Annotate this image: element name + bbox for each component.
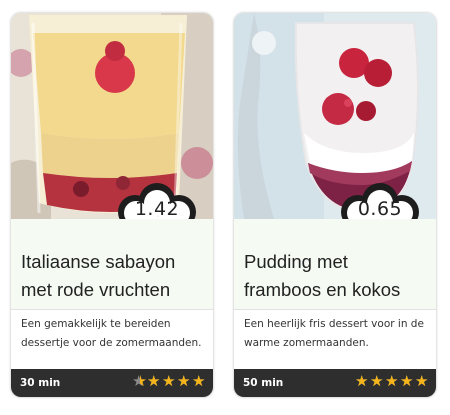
star-icon: ★★: [147, 373, 161, 390]
card-footer: 50 min ★ ★ ★ ★ ★ ★ ★ ★ ★ ★: [234, 369, 436, 397]
recipe-description: Een gemakkelijk te bereiden dessertje vo…: [21, 318, 202, 349]
title-panel: Pudding met framboos en kokos: [234, 219, 436, 310]
star-icon: ★★: [415, 373, 429, 390]
recipe-description: Een heerlijk fris dessert voor in de war…: [244, 318, 424, 349]
star-icon: ★★: [192, 373, 206, 390]
recipe-title[interactable]: Italiaanse sabayon met rode vruchten: [21, 248, 205, 304]
star-icon: ★★: [132, 373, 147, 390]
rating-stars: ★★★★★★★★★★: [355, 374, 430, 390]
prep-time: 50 min: [243, 377, 284, 389]
prep-time: 30 min: [20, 377, 61, 389]
recipe-card[interactable]: 0.65 Pudding met framboos en kokos Een h…: [233, 12, 437, 398]
recipe-card[interactable]: 1.42 Italiaanse sabayon met rode vruchte…: [10, 12, 214, 398]
star-icon: ★★: [162, 373, 176, 390]
star-icon: ★★: [400, 373, 414, 390]
score-value: 0.65: [357, 198, 403, 220]
recipe-title[interactable]: Pudding met framboos en kokos: [244, 248, 428, 304]
star-icon: ★★: [355, 373, 369, 390]
card-footer: 30 min ★★★★★★★★★★: [11, 369, 213, 397]
star-icon: ★★: [385, 373, 399, 390]
score-value: 1.42: [134, 198, 180, 220]
title-panel: Italiaanse sabayon met rode vruchten: [11, 219, 213, 310]
star-icon: ★★: [177, 373, 191, 390]
star-icon: ★★: [370, 373, 384, 390]
rating-stars: ★★★★★★★★★★: [132, 374, 207, 390]
